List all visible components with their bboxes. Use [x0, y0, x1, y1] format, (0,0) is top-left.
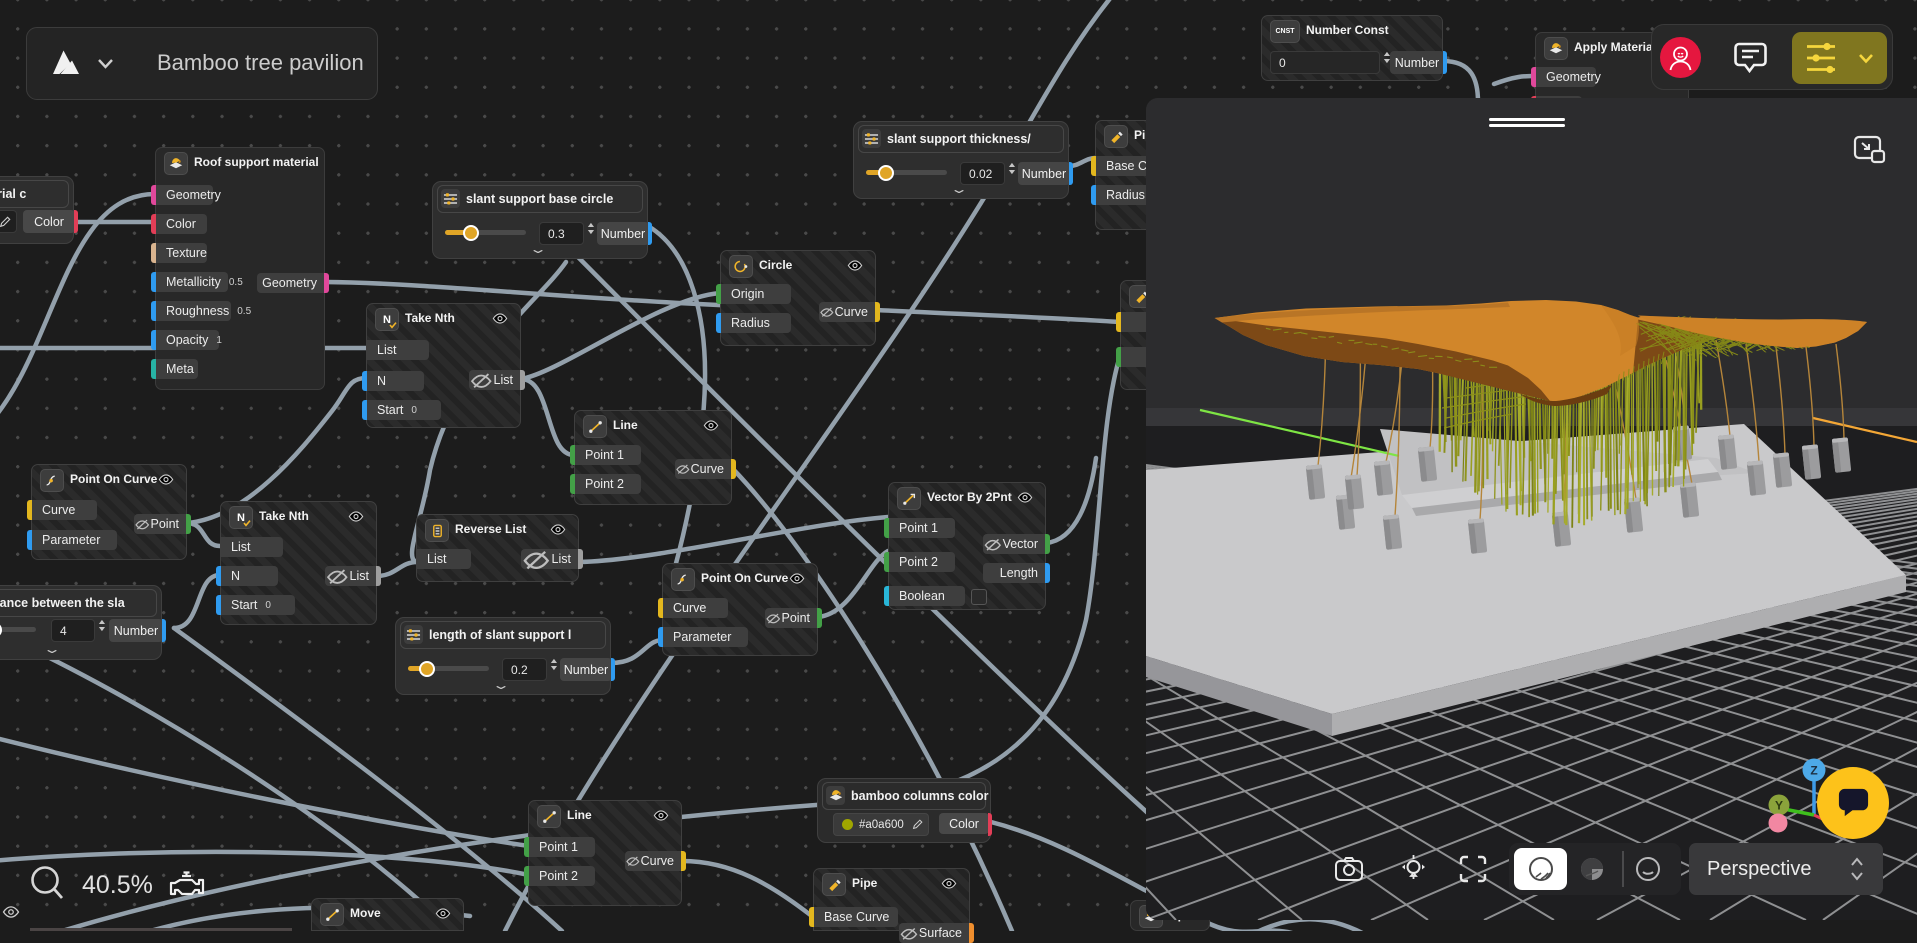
svg-text:Y: Y — [1775, 799, 1783, 813]
svg-text:Z: Z — [1810, 764, 1817, 778]
